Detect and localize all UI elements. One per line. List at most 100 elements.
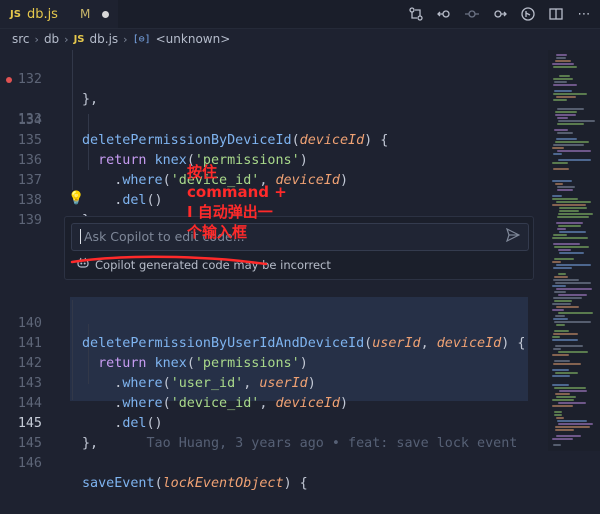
minimap-line bbox=[552, 180, 572, 182]
minimap-line bbox=[553, 153, 562, 155]
minimap-line bbox=[559, 390, 587, 392]
minimap-line bbox=[555, 429, 574, 431]
breadcrumb-db[interactable]: db bbox=[44, 32, 59, 46]
breakpoint-icon[interactable] bbox=[6, 77, 12, 83]
lightbulb-icon[interactable]: 💡 bbox=[68, 191, 84, 206]
chevron-right-icon: › bbox=[34, 32, 39, 46]
minimap-line bbox=[558, 159, 591, 161]
minimap-line bbox=[559, 231, 586, 233]
editor-actions: ⋯ bbox=[408, 0, 592, 28]
code-line: 143 .where('device_id', deviceId) bbox=[17, 376, 349, 411]
minimap-line bbox=[552, 354, 569, 356]
tab-db-js[interactable]: JS db.js M bbox=[0, 0, 118, 28]
unsaved-dot-icon[interactable] bbox=[102, 10, 110, 18]
minimap-line bbox=[553, 444, 561, 446]
chevron-right-icon: › bbox=[64, 32, 69, 46]
minimap-line bbox=[555, 426, 590, 428]
minimap-line bbox=[555, 111, 577, 113]
minimap-line bbox=[552, 204, 586, 206]
minimap-line bbox=[554, 330, 569, 332]
minimap-line bbox=[553, 363, 581, 365]
minimap-line bbox=[554, 387, 586, 389]
minimap-line bbox=[557, 189, 573, 191]
copilot-input[interactable]: Ask Copilot to edit code... bbox=[71, 223, 529, 251]
minimap-line bbox=[552, 63, 574, 65]
minimap-line bbox=[557, 150, 591, 152]
breadcrumb-file[interactable]: db.js bbox=[90, 32, 119, 46]
minimap-line bbox=[558, 213, 593, 215]
tab-filename: db.js bbox=[26, 6, 58, 22]
minimap-line bbox=[553, 84, 577, 86]
js-file-icon: JS bbox=[10, 8, 21, 20]
code-line: 145 bbox=[17, 436, 42, 451]
code-line: 140 deletePermissionByUserIdAndDeviceId(… bbox=[17, 316, 526, 351]
code-line: 144 .del() bbox=[17, 396, 163, 431]
code-line: 142 .where('user_id', userId) bbox=[17, 356, 316, 391]
minimap-line bbox=[553, 333, 578, 335]
minimap-line bbox=[555, 183, 563, 185]
code-line: 145 }, Tao Huang, 3 years ago • feat: sa… bbox=[17, 416, 518, 451]
minimap-line bbox=[553, 234, 567, 236]
tab-bar: JS db.js M ⋯ bbox=[0, 0, 600, 29]
minimap-line bbox=[555, 141, 589, 143]
minimap-line bbox=[552, 237, 588, 239]
minimap-line bbox=[555, 345, 583, 347]
minimap-line bbox=[556, 222, 583, 224]
minimap-line bbox=[552, 303, 571, 305]
minimap-line bbox=[558, 312, 593, 314]
minimap-line bbox=[552, 195, 562, 197]
minimap-line bbox=[553, 318, 568, 320]
minimap-line bbox=[554, 258, 574, 260]
minimap-line bbox=[556, 96, 576, 98]
minimap-line bbox=[556, 417, 564, 419]
minimap-line bbox=[553, 168, 569, 170]
minimap-line bbox=[556, 396, 576, 398]
timeline-icon[interactable] bbox=[464, 6, 480, 22]
minimap-line bbox=[552, 309, 564, 311]
split-editor-icon[interactable] bbox=[548, 6, 564, 22]
minimap-line bbox=[559, 210, 579, 212]
minimap-line bbox=[558, 351, 588, 353]
minimap-line bbox=[557, 117, 568, 119]
minimap-line bbox=[552, 399, 574, 401]
minimap-line bbox=[554, 90, 572, 92]
minimap-line bbox=[557, 228, 566, 230]
minimap-line bbox=[558, 423, 593, 425]
compare-changes-icon[interactable] bbox=[408, 6, 424, 22]
minimap[interactable] bbox=[548, 50, 600, 451]
modified-indicator: M bbox=[79, 7, 91, 21]
minimap-line bbox=[554, 81, 567, 83]
minimap-line bbox=[555, 393, 570, 395]
minimap-line bbox=[552, 375, 570, 377]
minimap-line bbox=[553, 267, 572, 269]
minimap-line bbox=[558, 273, 566, 275]
go-back-change-icon[interactable] bbox=[436, 6, 452, 22]
minimap-line bbox=[554, 321, 591, 323]
chevron-right-icon: › bbox=[123, 32, 128, 46]
code-line: 135 return knex('permissions') bbox=[17, 133, 308, 168]
breadcrumb-src[interactable]: src bbox=[12, 32, 30, 46]
more-actions-icon[interactable]: ⋯ bbox=[576, 6, 592, 22]
minimap-line bbox=[557, 123, 584, 125]
minimap-line bbox=[552, 198, 578, 200]
go-forward-change-icon[interactable] bbox=[492, 6, 508, 22]
breadcrumb-symbol[interactable]: <unknown> bbox=[156, 32, 231, 46]
minimap-line bbox=[553, 144, 584, 146]
minimap-line bbox=[555, 114, 576, 116]
minimap-line bbox=[555, 372, 578, 374]
minimap-line bbox=[554, 129, 568, 131]
js-file-icon: JS bbox=[73, 33, 85, 45]
minimap-line bbox=[553, 297, 582, 299]
minimap-line bbox=[559, 75, 570, 77]
git-lens-icon[interactable] bbox=[520, 6, 536, 22]
minimap-line bbox=[557, 108, 584, 110]
copilot-inline-chat: Ask Copilot to edit code... Copilot gene… bbox=[64, 216, 534, 280]
minimap-line bbox=[556, 306, 579, 308]
minimap-line bbox=[553, 93, 587, 95]
minimap-line bbox=[558, 249, 571, 251]
minimap-line bbox=[559, 207, 587, 209]
minimap-line bbox=[553, 66, 577, 68]
minimap-line bbox=[552, 162, 568, 164]
send-icon[interactable] bbox=[505, 227, 521, 246]
minimap-line bbox=[552, 336, 560, 338]
